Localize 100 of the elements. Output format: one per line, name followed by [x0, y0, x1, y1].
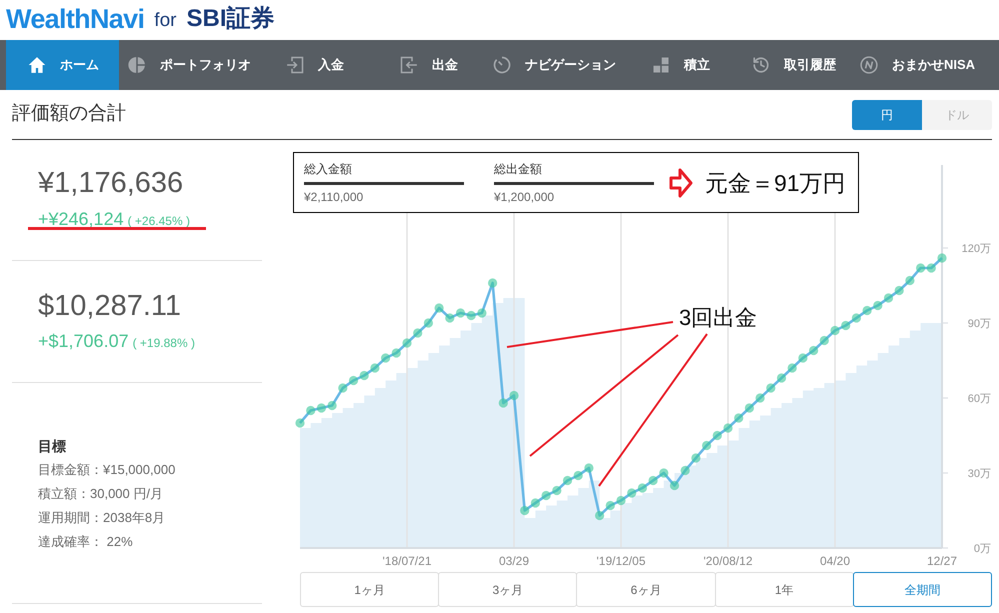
y-axis-label: 60万: [968, 393, 991, 405]
data-point-marker: [360, 370, 369, 380]
x-axis-label: 03/29: [498, 554, 530, 568]
letter-n-circle-icon: [860, 56, 878, 74]
data-point-marker: [509, 390, 519, 400]
data-point-marker: [616, 496, 626, 506]
range-tab[interactable]: 3ヶ月: [438, 572, 578, 607]
y-axis-label: 0万: [974, 543, 991, 555]
data-point-marker: [926, 263, 936, 273]
gauge-icon: [493, 56, 511, 74]
total-amount: $10,287.11: [38, 289, 182, 323]
data-point-marker: [348, 376, 358, 386]
data-point-marker: [723, 423, 733, 433]
x-axis-label: '18/07/21: [382, 554, 432, 568]
data-point-marker: [884, 293, 894, 303]
data-point-marker: [852, 313, 861, 323]
goal-detail: 達成確率： 22%: [38, 533, 134, 551]
data-point-marker: [766, 383, 776, 393]
data-point-marker: [809, 346, 818, 356]
data-point-marker: [670, 480, 680, 490]
data-point-marker: [659, 468, 668, 478]
data-point-marker: [788, 363, 797, 373]
data-point-marker: [316, 403, 326, 413]
callout-label: 3回出金: [679, 305, 758, 330]
logo-connector: for: [154, 9, 176, 33]
data-point-marker: [520, 506, 530, 516]
data-point-marker: [552, 486, 562, 496]
range-tab[interactable]: 全期間: [852, 572, 992, 607]
goal-detail: 積立額：30,000 円/月: [38, 485, 164, 503]
y-axis-label: 30万: [968, 468, 991, 480]
data-point-marker: [381, 353, 390, 363]
data-point-marker: [595, 510, 604, 520]
data-point-marker: [498, 398, 508, 408]
goal-detail: 目標金額：¥15,000,000: [38, 461, 176, 479]
legend-value: ¥1,200,000: [494, 189, 556, 205]
gain-amount: +¥246,124: [38, 208, 124, 230]
history-icon: [752, 56, 770, 74]
goal-heading: 目標: [38, 437, 67, 456]
range-tab[interactable]: 1年: [714, 572, 854, 607]
data-point-marker: [691, 453, 700, 463]
legend-label: 総出金額: [494, 161, 543, 177]
goal-detail: 運用期間：2038年8月: [38, 509, 166, 527]
data-point-marker: [466, 310, 476, 320]
data-point-marker: [530, 498, 540, 508]
data-point-marker: [830, 326, 840, 336]
data-point-marker: [734, 413, 744, 423]
range-tab[interactable]: 6ヶ月: [576, 572, 716, 607]
y-axis-label: 120万: [962, 243, 991, 255]
data-point-marker: [798, 353, 808, 363]
data-point-marker: [402, 338, 412, 348]
data-point-marker: [338, 383, 348, 393]
data-point-marker: [905, 276, 914, 286]
sign-in-icon: [286, 56, 304, 74]
data-point-marker: [756, 393, 765, 403]
data-point-marker: [477, 308, 486, 318]
y-axis-label: 90万: [968, 318, 991, 330]
x-axis-label: '20/08/12: [704, 554, 752, 568]
data-point-marker: [820, 336, 829, 346]
data-point-marker: [712, 430, 722, 440]
data-point-marker: [424, 318, 433, 328]
data-point-marker: [562, 476, 572, 486]
logo-partner: SBI証券: [186, 4, 274, 34]
page-title: 評価額の合計: [12, 102, 126, 126]
logo-brand: WealthNavi: [6, 4, 144, 34]
legend-value: ¥2,110,000: [304, 189, 364, 205]
data-point-marker: [873, 300, 882, 310]
total-amount: ¥1,176,636: [38, 166, 184, 200]
data-point-marker: [434, 303, 444, 313]
data-point-marker: [841, 320, 850, 330]
currency-tab[interactable]: 円: [852, 100, 922, 130]
data-point-marker: [413, 328, 422, 338]
data-point-marker: [894, 286, 904, 296]
pie-chart-icon: [128, 56, 146, 74]
data-point-marker: [370, 363, 380, 373]
data-point-marker: [574, 470, 583, 480]
x-axis-label: 12/27: [926, 554, 958, 568]
data-point-marker: [627, 488, 636, 498]
nav-tab[interactable]: ホーム: [6, 40, 119, 90]
data-point-marker: [456, 308, 466, 318]
sign-out-icon: [400, 56, 418, 74]
data-point-marker: [445, 313, 454, 323]
data-point-marker: [606, 500, 615, 510]
blocks-icon: [652, 56, 670, 74]
data-point-marker: [295, 418, 305, 428]
data-point-marker: [648, 476, 658, 486]
data-point-marker: [680, 466, 690, 476]
data-point-marker: [542, 490, 551, 500]
data-point-marker: [392, 348, 401, 358]
data-point-marker: [776, 373, 786, 383]
data-point-marker: [584, 463, 594, 473]
data-point-marker: [702, 440, 712, 450]
x-axis-label: 04/20: [820, 554, 850, 568]
range-tab[interactable]: 1ヶ月: [300, 572, 440, 607]
data-point-marker: [744, 403, 754, 413]
data-point-marker: [862, 306, 872, 316]
x-axis-label: '19/12/05: [596, 554, 646, 568]
data-point-marker: [328, 400, 337, 410]
principal-note: 元金＝91万円: [705, 169, 846, 197]
data-point-marker: [937, 253, 947, 263]
data-point-marker: [488, 278, 498, 288]
